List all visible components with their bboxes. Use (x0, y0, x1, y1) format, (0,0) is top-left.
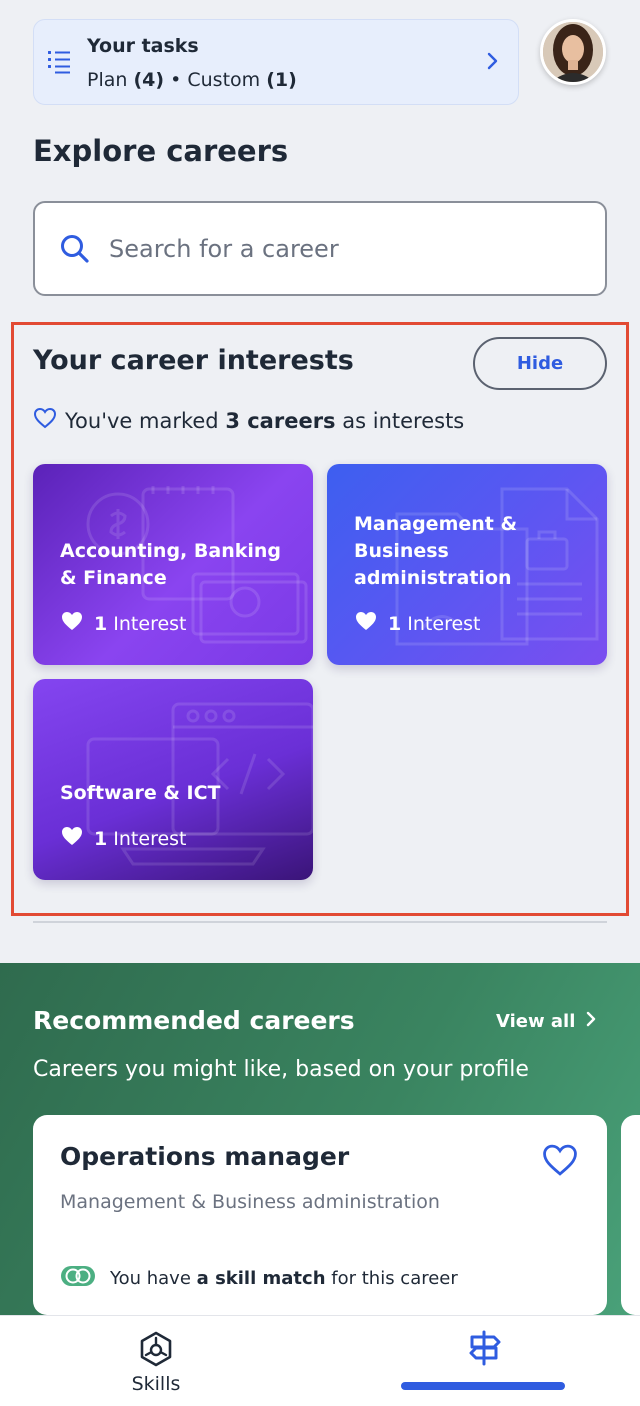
search-icon (59, 233, 91, 269)
nav-tab-skills[interactable]: Skills (110, 1326, 202, 1406)
tasks-summary: Plan (4) • Custom (1) (87, 69, 297, 91)
career-card-operations-manager[interactable]: Operations manager Management & Business… (33, 1115, 607, 1315)
chevron-right-icon (585, 1010, 597, 1033)
checklist-icon (48, 50, 72, 80)
nav-tab-careers[interactable] (440, 1326, 530, 1386)
skill-match-bold: a skill match (196, 1268, 326, 1289)
tasks-plan-count: (4) (133, 69, 165, 91)
tasks-card[interactable]: Your tasks Plan (4) • Custom (1) (33, 19, 519, 105)
hide-button[interactable]: Hide (473, 337, 607, 390)
interest-count: 1 Interest (354, 610, 481, 637)
interest-count-number: 1 (388, 612, 402, 635)
summary-suffix: as interests (342, 408, 465, 433)
interest-count-number: 1 (94, 827, 108, 850)
interest-card-management[interactable]: Management & Business administration 1 I… (327, 464, 607, 665)
career-card-category: Management & Business administration (60, 1191, 440, 1213)
skill-match-row: You have a skill match for this career (60, 1265, 458, 1292)
career-card-title: Operations manager (60, 1142, 350, 1171)
avatar[interactable] (540, 19, 606, 85)
heart-outline-icon (33, 407, 57, 434)
tasks-custom-label: Custom (187, 69, 261, 91)
recommended-subtitle: Careers you might like, based on your pr… (33, 1057, 529, 1082)
skills-hexagon-icon (137, 1330, 175, 1372)
interest-count: 1 Interest (60, 610, 187, 637)
search-input[interactable] (109, 225, 579, 273)
view-all-label: View all (496, 1011, 576, 1032)
career-card-next[interactable] (621, 1115, 640, 1315)
interest-card-title: Accounting, Banking & Finance (60, 540, 281, 589)
tasks-custom-count: (1) (266, 69, 297, 91)
tasks-plan-label: Plan (87, 69, 128, 91)
interest-card-software[interactable]: Software & ICT 1 Interest (33, 679, 313, 880)
search-box[interactable] (33, 201, 607, 296)
heart-filled-icon (354, 610, 378, 637)
interest-count-label: Interest (113, 612, 187, 635)
bottom-nav: Skills (0, 1315, 640, 1406)
tasks-separator: • (170, 69, 182, 91)
chevron-right-icon (486, 51, 500, 75)
section-divider (33, 921, 607, 923)
summary-count: 3 careers (225, 408, 336, 433)
heart-filled-icon (60, 610, 84, 637)
career-interests-title: Your career interests (33, 345, 354, 376)
interest-card-title: Management & Business administration (354, 513, 518, 589)
interest-count-number: 1 (94, 612, 108, 635)
interest-card-accounting[interactable]: Accounting, Banking & Finance 1 Interest (33, 464, 313, 665)
page-title: Explore careers (33, 134, 289, 168)
view-all-link[interactable]: View all (496, 1010, 597, 1033)
skill-match-prefix: You have (110, 1268, 191, 1289)
interest-count: 1 Interest (60, 825, 187, 852)
interest-count-label: Interest (407, 612, 481, 635)
heart-outline-icon[interactable] (541, 1143, 579, 1181)
skill-match-icon (60, 1265, 96, 1292)
active-tab-indicator (401, 1382, 565, 1390)
career-interests-summary: You've marked 3 careers as interests (33, 407, 464, 434)
skill-match-suffix: for this career (331, 1268, 458, 1289)
tasks-title: Your tasks (87, 35, 199, 57)
interest-card-title: Software & ICT (60, 782, 221, 804)
signpost-icon (464, 1328, 504, 1372)
nav-skills-label: Skills (131, 1373, 181, 1395)
summary-prefix: You've marked (65, 408, 219, 433)
recommended-title: Recommended careers (33, 1006, 355, 1035)
interest-count-label: Interest (113, 827, 187, 850)
heart-filled-icon (60, 825, 84, 852)
